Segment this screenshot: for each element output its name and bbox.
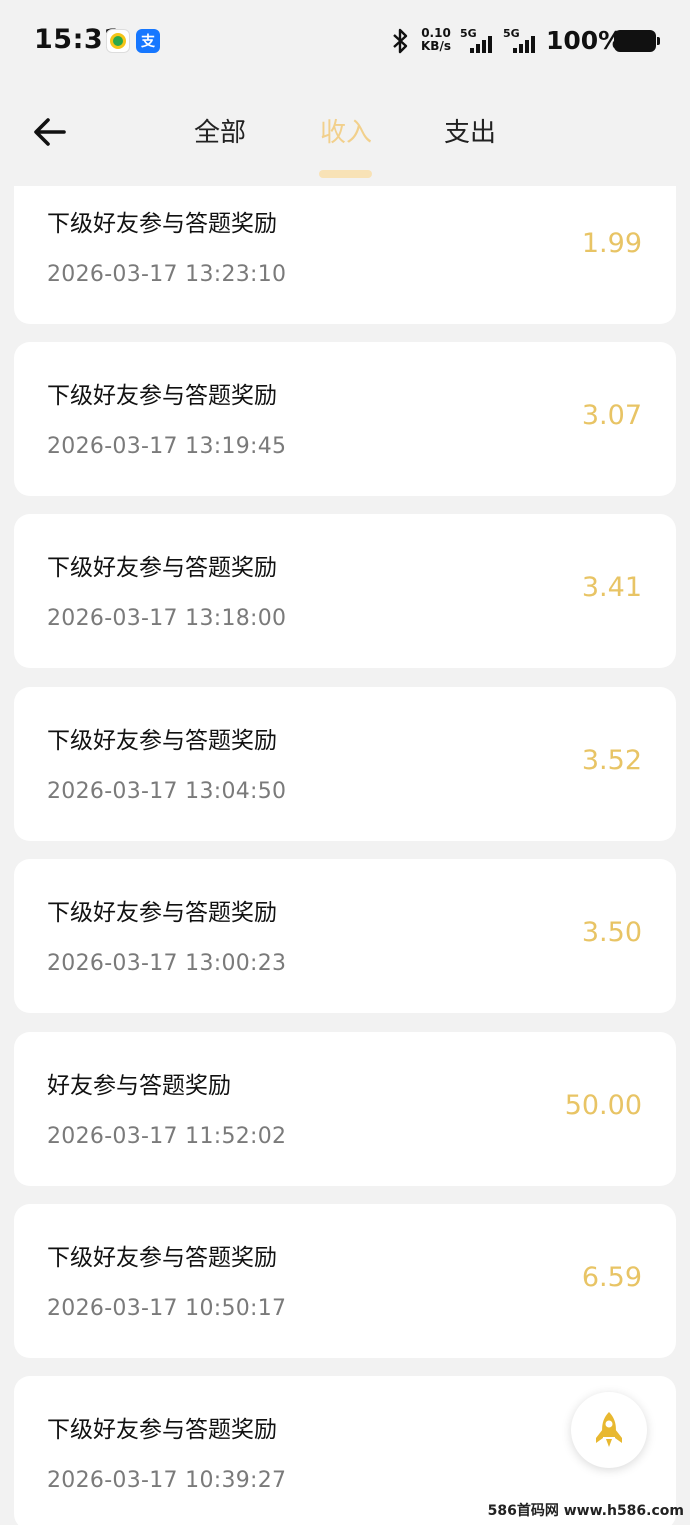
rocket-icon xyxy=(596,1412,622,1447)
record-time: 2026-03-17 11:52:02 xyxy=(47,1124,287,1149)
watermark: 586首码网 www.h586.com xyxy=(487,1503,684,1519)
record-time: 2026-03-17 10:50:17 xyxy=(47,1296,287,1321)
record-time: 2026-03-17 13:18:00 xyxy=(47,606,287,631)
top-nav: 全部 收入 支出 xyxy=(0,84,690,186)
bluetooth-icon xyxy=(393,28,408,54)
record-title: 下级好友参与答题奖励 xyxy=(47,555,277,581)
record-title: 下级好友参与答题奖励 xyxy=(47,1245,277,1271)
tab-all[interactable]: 全部 xyxy=(194,112,246,149)
status-bar: 15:31 支 0.10 KB/s 5G 5G 100% xyxy=(0,0,690,84)
alipay-notification-icon: 支 xyxy=(136,29,160,53)
network-speed: 0.10 KB/s xyxy=(421,27,451,53)
record-title: 下级好友参与答题奖励 xyxy=(47,211,277,237)
record-title: 下级好友参与答题奖励 xyxy=(47,383,277,409)
record-amount: 3.50 xyxy=(581,917,642,948)
list-item[interactable]: 下级好友参与答题奖励 2026-03-17 13:19:45 3.07 xyxy=(14,342,676,496)
record-time: 2026-03-17 10:39:27 xyxy=(47,1468,287,1493)
signal-icon: 5G xyxy=(460,27,500,55)
record-amount: 3.07 xyxy=(581,400,642,431)
active-tab-indicator xyxy=(319,170,372,178)
record-time: 2026-03-17 13:04:50 xyxy=(47,779,287,804)
record-time: 2026-03-17 13:00:23 xyxy=(47,951,287,976)
record-amount: 3.52 xyxy=(581,745,642,776)
record-title: 下级好友参与答题奖励 xyxy=(47,1417,277,1443)
list-item[interactable]: 下级好友参与答题奖励 2026-03-17 13:18:00 3.41 xyxy=(14,514,676,668)
back-to-top-button[interactable] xyxy=(571,1392,647,1468)
signal-icon: 5G xyxy=(503,27,543,55)
list-item[interactable]: 下级好友参与答题奖励 2026-03-17 13:23:10 1.99 xyxy=(14,186,676,324)
list-item[interactable]: 下级好友参与答题奖励 2026-03-17 13:00:23 3.50 xyxy=(14,859,676,1013)
record-title: 好友参与答题奖励 xyxy=(47,1073,231,1099)
list-item[interactable]: 下级好友参与答题奖励 2026-03-17 10:50:17 6.59 xyxy=(14,1204,676,1358)
list-item[interactable]: 好友参与答题奖励 2026-03-17 11:52:02 50.00 xyxy=(14,1032,676,1186)
record-title: 下级好友参与答题奖励 xyxy=(47,728,277,754)
record-time: 2026-03-17 13:19:45 xyxy=(47,434,287,459)
record-title: 下级好友参与答题奖励 xyxy=(47,900,277,926)
network-speed-unit: KB/s xyxy=(421,39,451,53)
tab-expense[interactable]: 支出 xyxy=(444,112,496,149)
app-notification-icon xyxy=(106,29,130,53)
record-amount: 1.99 xyxy=(581,228,642,259)
back-arrow-icon[interactable] xyxy=(28,110,72,154)
list-item[interactable]: 下级好友参与答题奖励 2026-03-17 13:04:50 3.52 xyxy=(14,687,676,841)
record-amount: 3.41 xyxy=(581,572,642,603)
record-amount: 50.00 xyxy=(564,1090,642,1121)
record-amount: 6.59 xyxy=(581,1262,642,1293)
income-record-list[interactable]: 下级好友参与答题奖励 2026-03-17 13:23:10 1.99 下级好友… xyxy=(0,186,690,1525)
battery-icon xyxy=(614,30,660,52)
tab-income[interactable]: 收入 xyxy=(320,112,372,149)
battery-percent: 100% xyxy=(546,26,624,55)
record-time: 2026-03-17 13:23:10 xyxy=(47,262,287,287)
